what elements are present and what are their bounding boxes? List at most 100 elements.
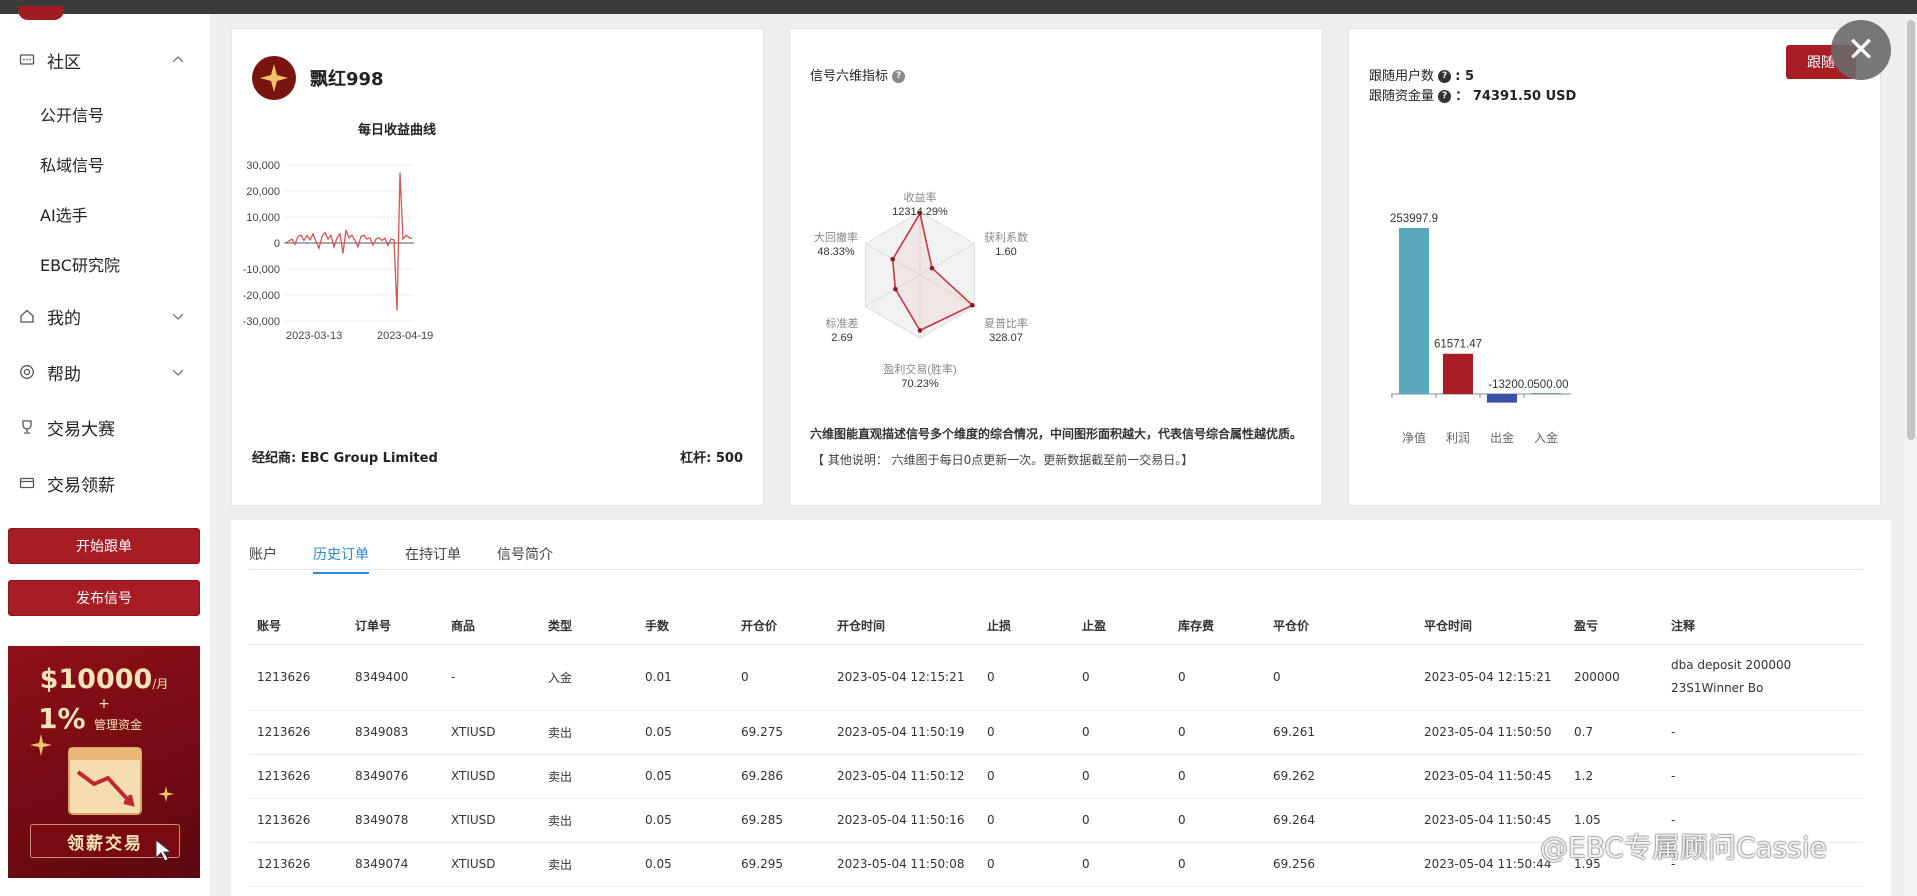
table-cell: 0.01 — [637, 644, 733, 711]
chat-icon — [18, 51, 36, 69]
y-tick-label: 20,000 — [246, 186, 280, 198]
radar-axis-value: 70.23% — [901, 378, 939, 390]
column-header: 止损 — [979, 608, 1074, 645]
column-header: 止盈 — [1074, 608, 1170, 645]
promo-banner[interactable]: $10000/月 + 1% 管理资金 领薪交易 — [8, 646, 200, 878]
promo-percent: 1% — [38, 702, 86, 735]
sidebar-sub-private-signals[interactable]: 私域信号 — [40, 152, 104, 176]
table-cell: 卖出 — [540, 754, 637, 799]
table-cell: 0 — [1170, 710, 1265, 755]
sidebar-sub-ebc-institute[interactable]: EBC研究院 — [40, 252, 120, 276]
start-copy-button[interactable]: 开始跟单 — [8, 528, 200, 564]
broker-label: 经纪商: EBC Group Limited — [252, 451, 438, 466]
table-row[interactable]: 1213626 8349083 XTIUSD 卖出 0.05 69.275 2023-05-… — [249, 710, 1863, 755]
bar-value-label: 253997.9 — [1390, 213, 1438, 225]
category-label: 利润 — [1446, 431, 1470, 445]
table-cell: 1213626 — [249, 710, 347, 755]
help-icon[interactable]: ? — [892, 70, 906, 83]
radar-axis-label: 夏普比率 — [984, 316, 1028, 330]
table-cell: 0 — [979, 754, 1074, 799]
table-cell: 69.285 — [733, 798, 829, 843]
y-tick-label: -30,000 — [243, 316, 280, 328]
bar-value-label: 500.00 — [1533, 379, 1568, 391]
table-cell: 0 — [979, 842, 1074, 887]
avatar[interactable] — [252, 56, 296, 100]
table-cell: 0 — [1074, 842, 1170, 887]
column-header: 账号 — [249, 608, 347, 645]
bar-3 — [1531, 393, 1561, 394]
sidebar-item-contest[interactable]: 交易大赛 — [0, 407, 210, 447]
bar-0 — [1399, 227, 1429, 394]
sidebar: 社区 公开信号 私域信号 AI选手 EBC研究院 我的 帮助 交易大赛 交易领薪… — [0, 6, 210, 896]
column-header: 盈亏 — [1566, 608, 1663, 645]
table-cell: 1213626 — [249, 754, 347, 799]
help-icon[interactable]: ? — [1438, 90, 1452, 103]
column-header: 商品 — [443, 608, 540, 645]
table-cell: - — [1663, 710, 1863, 755]
publish-signal-button[interactable]: 发布信号 — [8, 580, 200, 616]
leverage-label: 杠杆: 500 — [680, 451, 743, 466]
close-button[interactable]: ✕ — [1831, 20, 1891, 80]
table-row[interactable]: 1213626 8349400- 入金 0.01 0 2023-05-04 12:15:2… — [249, 644, 1863, 711]
sidebar-sub-public-signals[interactable]: 公开信号 — [40, 102, 104, 126]
table-cell: 2023-05-04 11:50:50 — [1416, 710, 1566, 755]
table-cell: 0 — [1265, 644, 1416, 711]
column-header: 开仓时间 — [829, 608, 979, 645]
lifebuoy-icon — [18, 363, 36, 381]
table-cell: 69.262 — [1265, 754, 1416, 799]
table-cell: 1.2 — [1566, 754, 1663, 799]
follow-funds-label: 跟随资金量 — [1369, 89, 1435, 104]
table-cell: 69.295 — [733, 842, 829, 887]
sidebar-item-community[interactable]: 社区 — [0, 40, 210, 80]
category-label: 入金 — [1534, 430, 1558, 445]
sidebar-sub-ai-players[interactable]: AI选手 — [40, 202, 88, 226]
help-icon[interactable]: ? — [1438, 70, 1452, 83]
table-cell: 1213626 — [249, 842, 347, 887]
table-cell: 8349083 — [347, 710, 443, 755]
table-cell: 69.256 — [1265, 842, 1416, 887]
sidebar-item-mine[interactable]: 我的 — [0, 296, 210, 336]
sidebar-item-salary[interactable]: 交易领薪 — [0, 463, 210, 503]
y-tick-label: 30,000 — [246, 160, 280, 172]
chevron-down-icon — [172, 313, 184, 320]
radar-axis-label: 大回撤率 — [814, 230, 858, 244]
sidebar-item-label: 我的 — [47, 308, 81, 329]
table-cell: 0 — [979, 710, 1074, 755]
table-cell: 69.286 — [733, 754, 829, 799]
logo[interactable] — [18, 6, 64, 20]
series-line — [285, 172, 413, 311]
bar-value-label: -13200.0 — [1488, 379, 1533, 391]
sidebar-item-label: 社区 — [47, 52, 81, 73]
tab-divider — [249, 569, 1863, 570]
radar-note: 【 其他说明： 六维图于每日0点更新一次。更新数据截至前一交易日。】 — [812, 453, 1194, 467]
scrollbar-thumb[interactable] — [1907, 20, 1915, 440]
radar-axis-value: 48.33% — [817, 246, 855, 258]
table-cell: XTIUSD — [443, 798, 540, 843]
sidebar-item-label: 交易领薪 — [47, 475, 115, 496]
follow-users-label: 跟随用户数 — [1369, 69, 1435, 84]
table-cell: XTIUSD — [443, 842, 540, 887]
column-header: 手数 — [637, 608, 733, 645]
watermark: @EBC专属顾问Cassie — [1540, 831, 1827, 864]
calendar-icon — [68, 747, 142, 815]
promo-amount: $10000/月 — [39, 664, 169, 695]
card-icon — [18, 474, 36, 492]
radar-axis-value: 328.07 — [989, 332, 1023, 344]
browser-top-bar — [0, 0, 1917, 14]
table-row[interactable]: 1213626 8349076 XTIUSD 卖出 0.05 69.286 2023-05-… — [249, 754, 1863, 799]
sidebar-item-help[interactable]: 帮助 — [0, 352, 210, 392]
promo-plus: + — [98, 696, 110, 712]
funds-bar-chart: 253997.9 净值 61571.47 利润 -13200.0 出金 500.00 入金 — [1390, 213, 1571, 445]
table-cell: 0.05 — [637, 842, 733, 887]
table-cell: 0.05 — [637, 754, 733, 799]
follow-funds-value: ： 74391.50 USD — [1455, 89, 1577, 104]
table-cell: 0 — [1170, 644, 1265, 711]
table-cell: 0.05 — [637, 798, 733, 843]
radar-point — [929, 265, 935, 271]
table-cell: 0 — [1074, 798, 1170, 843]
table-cell: 1213626 — [249, 644, 347, 711]
sparkle-icon — [158, 786, 174, 802]
table-cell: 2023-05-04 12:15:21 — [829, 644, 979, 711]
radar-title: 信号六维指标 ? — [810, 65, 906, 84]
x-tick-label: 2023-03-13 — [286, 330, 342, 342]
